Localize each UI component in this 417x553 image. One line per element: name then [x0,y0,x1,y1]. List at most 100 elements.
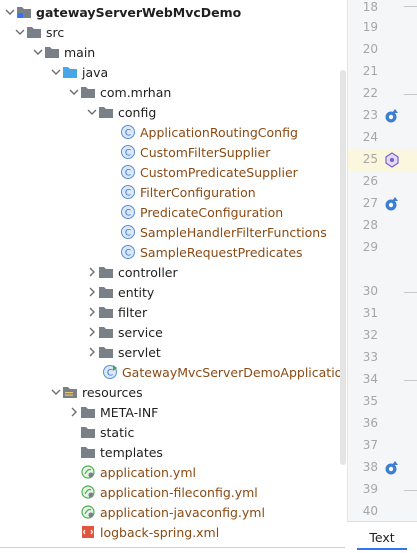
tree-item-package-config[interactable]: config [0,102,345,122]
line-number: 35 [362,394,378,408]
tree-item-class[interactable]: C CustomPredicateSupplier [0,162,345,182]
tree-item-class[interactable]: C PredicateConfiguration [0,202,345,222]
tree-item-package-controller[interactable]: controller [0,262,345,282]
override-marker-icon[interactable] [384,108,400,124]
package-icon [98,304,114,320]
svg-text:C: C [125,129,131,139]
tree-item-label: application-fileconfig.yml [100,484,258,500]
line-number: 39 [362,482,378,496]
tree-scrollbar[interactable] [339,0,347,470]
chevron-down-icon[interactable] [4,6,16,18]
tree-item-class[interactable]: C FilterConfiguration [0,182,345,202]
tree-item-class[interactable]: C SampleHandlerFilterFunctions [0,222,345,242]
chevron-right-icon[interactable] [86,346,98,358]
tree-item-label: config [118,104,157,120]
chevron-right-icon[interactable] [86,326,98,338]
line-number: 34 [362,372,378,386]
tree-item-main-class[interactable]: C GatewayMvcServerDemoApplication [0,362,345,382]
line-number: 22 [362,86,378,100]
class-icon: C [120,164,136,180]
tree-item-yml-file[interactable]: application-fileconfig.yml [0,482,345,502]
line-number: 30 [362,284,378,298]
chevron-down-icon[interactable] [50,66,62,78]
chevron-down-icon[interactable] [86,106,98,118]
tree-item-src[interactable]: src [0,22,345,42]
tree-item-label: main [64,44,96,60]
line-number: 21 [362,64,378,78]
tree-item-yml-file[interactable]: application.yml [0,462,345,482]
tree-item-resources[interactable]: resources [0,382,345,402]
chevron-right-icon[interactable] [68,406,80,418]
chevron-down-icon[interactable] [50,386,62,398]
chevron-down-icon[interactable] [68,86,80,98]
override-marker-icon[interactable] [384,460,400,476]
tree-item-label: GatewayMvcServerDemoApplication [122,364,345,380]
tree-item-label: src [46,24,65,40]
tree-item-main[interactable]: main [0,42,345,62]
spring-config-file-icon [80,484,96,500]
tree-item-label: controller [118,264,178,280]
folder-icon [80,404,96,420]
line-number: 40 [362,504,378,518]
code-edge-line [404,490,417,491]
project-name: gatewayServerWebMvcDemo [36,4,242,20]
line-number: 32 [362,328,378,342]
tree-item-label: com.mrhan [100,84,172,100]
tree-item-label: application-javaconfig.yml [100,504,265,520]
tree-item-templates[interactable]: templates [0,442,345,462]
svg-text:C: C [125,209,131,219]
project-tree: gatewayServerWebMvcDemo src main java co… [0,0,345,553]
tree-item-label: PredicateConfiguration [140,204,284,220]
tree-item-class[interactable]: C CustomFilterSupplier [0,142,345,162]
line-number: 31 [362,306,378,320]
chevron-right-icon[interactable] [86,286,98,298]
code-edge-line [404,6,417,7]
class-icon: C [120,244,136,260]
editor-gutter: 18 19 20 21 22 23 24 25 26 27 28 29 30 3… [347,0,417,553]
class-icon: C [120,224,136,240]
bean-marker-icon[interactable] [384,152,400,168]
chevron-right-icon[interactable] [86,266,98,278]
tree-item-label: filter [118,304,148,320]
tree-item-package-entity[interactable]: entity [0,282,345,302]
chevron-down-icon[interactable] [14,26,26,38]
svg-text:C: C [125,169,131,179]
svg-text:C: C [125,229,131,239]
tree-item-label: resources [82,384,143,400]
spring-config-file-icon [80,504,96,520]
line-number: 36 [362,416,378,430]
tree-item-label: SampleHandlerFilterFunctions [140,224,327,240]
folder-icon [26,24,42,40]
tree-item-xml-file[interactable]: logback-spring.xml [0,522,345,542]
folder-icon [80,444,96,460]
tree-item-meta-inf[interactable]: META-INF [0,402,345,422]
package-icon [98,284,114,300]
line-number: 20 [362,42,378,56]
svg-text:C: C [125,189,131,199]
tree-item-package-filter[interactable]: filter [0,302,345,322]
chevron-down-icon[interactable] [32,46,44,58]
tree-item-class[interactable]: C ApplicationRoutingConfig [0,122,345,142]
tree-project-root[interactable]: gatewayServerWebMvcDemo [0,2,345,22]
chevron-right-icon[interactable] [86,306,98,318]
tree-item-yml-file[interactable]: application-javaconfig.yml [0,502,345,522]
scrollbar-thumb[interactable] [340,70,346,465]
line-number: 33 [362,350,378,364]
tree-item-package-servlet[interactable]: servlet [0,342,345,362]
tree-item-package-service[interactable]: service [0,322,345,342]
override-marker-icon[interactable] [384,196,400,212]
svg-text:C: C [125,249,131,259]
tab-text-label: Text [369,530,395,545]
tree-item-package-com-mrhan[interactable]: com.mrhan [0,82,345,102]
code-edge-line [404,94,417,95]
line-number: 19 [362,20,378,34]
tree-item-class[interactable]: C SampleRequestPredicates [0,242,345,262]
xml-file-icon [80,524,96,540]
tree-item-label: service [118,324,163,340]
svg-text:C: C [125,149,131,159]
tree-item-label: entity [118,284,155,300]
tab-text[interactable]: Text [347,521,417,553]
tree-item-static[interactable]: static [0,422,345,442]
tree-item-java[interactable]: java [0,62,345,82]
line-number: 24 [362,130,378,144]
